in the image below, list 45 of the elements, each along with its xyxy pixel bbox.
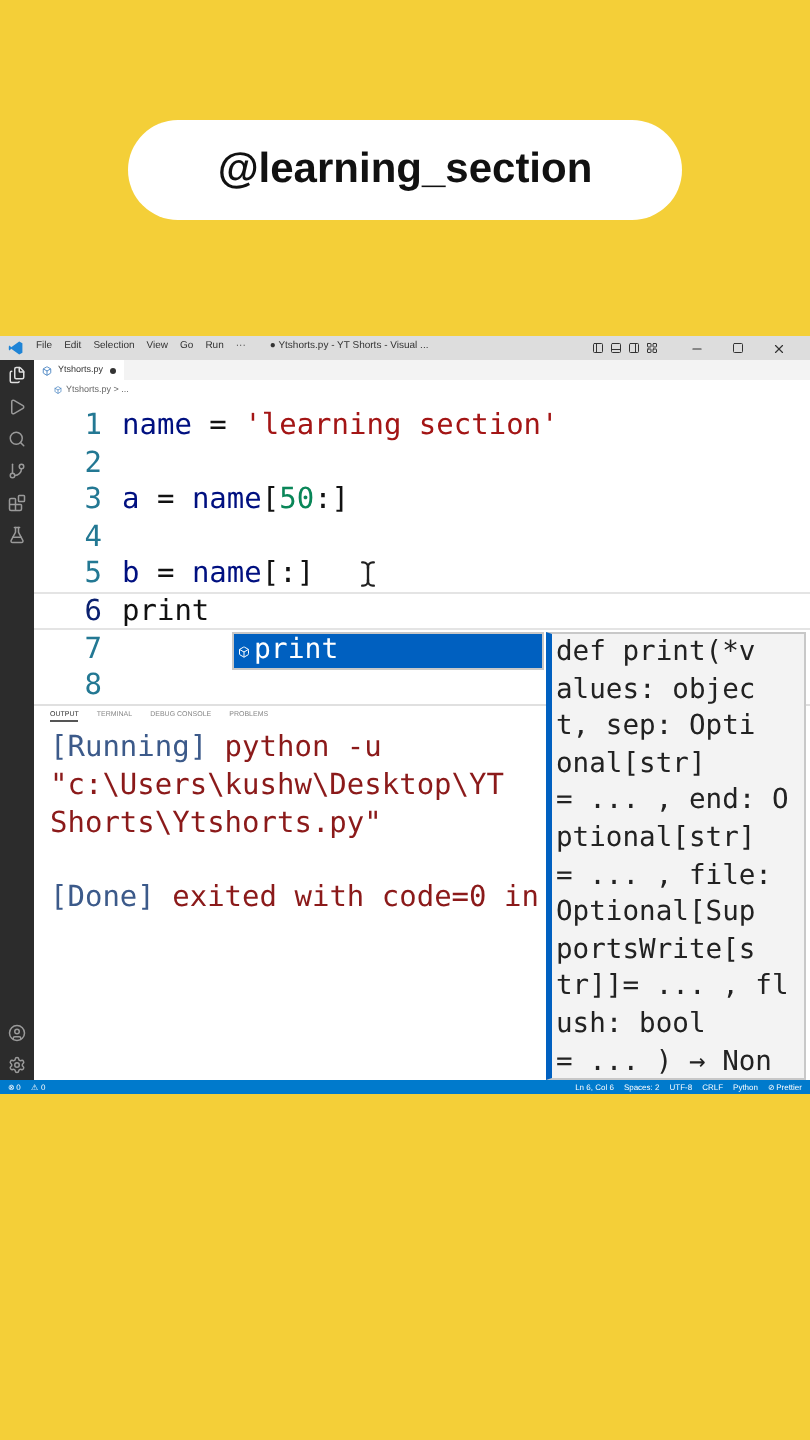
signature-line: ush: bool [556,1005,706,1044]
signature-line: tr]]= ... , fl [556,968,789,1006]
line-number: 6 [82,593,104,628]
line-number: 8 [82,668,104,702]
app-logo-icon [8,340,24,356]
signature-line: alues: objec [556,671,756,709]
panel-right-icon[interactable] [628,342,640,354]
account-icon[interactable] [8,1024,26,1042]
signature-line: t, sep: Opti [556,708,756,746]
signature-line: Optional[Sup [556,894,756,932]
extensions-icon[interactable] [8,494,26,512]
search-icon[interactable] [8,430,26,448]
signature-line: = ... ) → Non [556,1043,772,1078]
branch-icon[interactable] [8,462,26,480]
output-line: Shorts\Ytshorts.py" [50,806,382,844]
line-number: 4 [82,519,104,553]
handle-banner: @learning_section [128,120,682,220]
output-line: [Done] exited with code=0 in [50,880,539,918]
flask-icon[interactable] [8,526,26,544]
run-icon[interactable] [8,398,26,416]
line-number: 7 [82,631,104,665]
line-number: 3 [82,482,104,516]
code-line: b = name[:] [122,556,315,590]
maximize-icon[interactable] [732,342,744,354]
signature-line: onal[str] [556,745,706,783]
code-line: a = name[50:] [122,482,350,516]
panel-left-icon[interactable] [592,342,604,354]
code-line: print [122,593,210,628]
output-line: "c:\Users\kushw\Desktop\YT [50,768,504,806]
signature-line: portsWrite[s [556,931,756,969]
files-icon[interactable] [8,366,26,384]
line-number: 2 [82,445,104,479]
signature-line: ptional[str] [556,819,756,858]
line-number: 5 [82,556,104,590]
close-icon[interactable] [772,341,786,355]
panel-bottom-icon[interactable] [610,342,622,354]
signature-line: = ... , file: [556,857,772,895]
suggestion-item[interactable]: print [234,634,542,668]
settings-icon[interactable] [8,1056,26,1074]
line-number: 1 [82,408,104,442]
output-line: [Running] python -u [50,730,382,768]
signature-line: = ... , end: O [556,782,789,820]
code-line: name = 'learning section' [122,408,559,442]
signature-line: def print(*v [556,634,756,672]
layout-icon[interactable] [646,342,658,354]
